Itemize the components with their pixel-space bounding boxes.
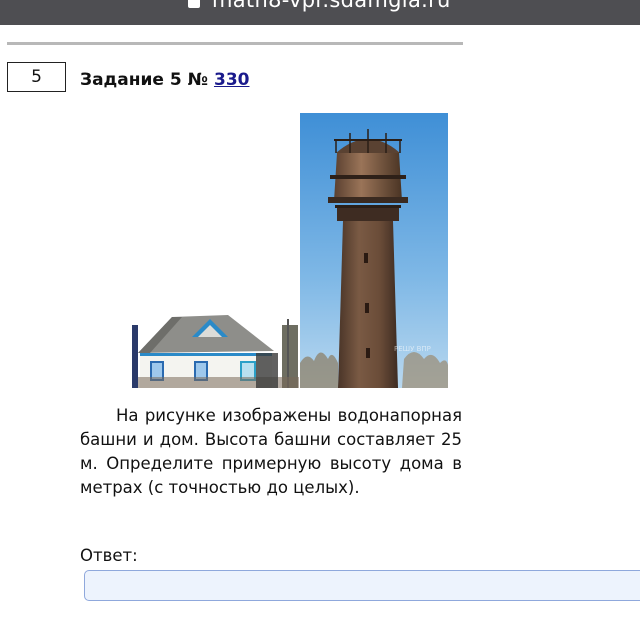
tower-and-house-image: РЕШУ ВПР — [132, 113, 448, 388]
url-text: math8-vpr.sdamgia.ru — [212, 0, 451, 12]
browser-url-bar[interactable]: math8-vpr.sdamgia.ru — [0, 0, 640, 25]
tower-photo: РЕШУ ВПР — [300, 113, 448, 388]
task-number-badge: 5 — [7, 62, 66, 92]
house-photo — [132, 311, 299, 388]
task-title: Задание 5 № 330 — [80, 70, 249, 90]
task-title-label: Задание 5 № — [80, 70, 214, 90]
image-watermark: РЕШУ ВПР — [394, 345, 431, 353]
problem-figure: РЕШУ ВПР — [132, 113, 448, 392]
problem-statement: На рисунке изображены водонапорная башни… — [80, 406, 462, 497]
answer-label: Ответ: — [80, 546, 138, 565]
lock-icon — [188, 0, 200, 8]
task-id-link[interactable]: 330 — [214, 70, 250, 90]
section-divider — [7, 42, 463, 45]
answer-input[interactable] — [84, 570, 640, 601]
